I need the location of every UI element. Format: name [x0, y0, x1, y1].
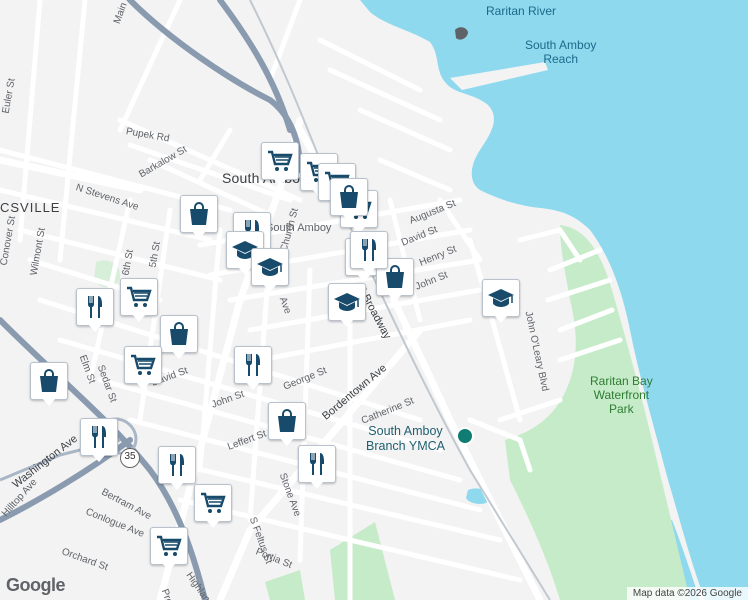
poi-pin-restaurant[interactable] — [298, 445, 336, 491]
pin-tail — [88, 324, 102, 332]
cart-icon — [261, 142, 299, 180]
poi-pin-grocery[interactable] — [194, 484, 232, 530]
pin-tail — [162, 563, 176, 571]
pin-tail — [136, 382, 150, 390]
pin-tail — [388, 294, 402, 302]
cart-icon — [124, 346, 162, 384]
fork-knife-icon — [80, 418, 118, 456]
pin-tail — [280, 438, 294, 446]
ymca-label: South Amboy Branch YMCA — [366, 424, 445, 453]
graduation-cap-icon — [251, 248, 289, 286]
shopping-bag-icon — [30, 362, 68, 400]
pin-tail — [132, 314, 146, 322]
graduation-cap-icon — [328, 283, 366, 321]
fork-knife-icon — [350, 231, 388, 269]
ymca-marker-icon[interactable] — [456, 427, 474, 445]
poi-pin-shopping[interactable] — [268, 402, 306, 448]
shopping-bag-icon — [160, 315, 198, 353]
pin-tail — [362, 267, 376, 275]
fork-knife-icon — [298, 445, 336, 483]
fork-knife-icon — [158, 446, 196, 484]
poi-pin-restaurant[interactable] — [158, 446, 196, 492]
street-label: South Amboy — [266, 222, 332, 234]
pin-tail — [238, 267, 252, 275]
pin-tail — [172, 351, 186, 359]
pin-tail — [310, 481, 324, 489]
fork-knife-icon — [76, 288, 114, 326]
map-canvas[interactable]: Raritan River South Amboy Reach South Am… — [0, 0, 748, 600]
graduation-cap-icon — [482, 279, 520, 317]
cart-icon — [194, 484, 232, 522]
poi-pin-shopping[interactable] — [330, 178, 368, 224]
pin-tail — [42, 398, 56, 406]
waterfront-park-label: Raritan Bay Waterfront Park — [590, 374, 653, 416]
poi-pin-restaurant[interactable] — [80, 418, 118, 464]
poi-pin-shopping[interactable] — [180, 195, 218, 241]
pin-tail — [263, 284, 277, 292]
poi-pin-restaurant[interactable] — [76, 288, 114, 334]
poi-pin-grocery[interactable] — [261, 142, 299, 188]
poi-pin-grocery[interactable] — [120, 278, 158, 324]
pin-tail — [342, 214, 356, 222]
pin-tail — [192, 231, 206, 239]
pin-tail — [340, 319, 354, 327]
cart-icon — [120, 278, 158, 316]
pin-tail — [273, 178, 287, 186]
cart-icon — [150, 527, 188, 565]
shopping-bag-icon — [180, 195, 218, 233]
pin-tail — [92, 454, 106, 462]
poi-pin-shopping[interactable] — [30, 362, 68, 408]
poi-pin-grocery[interactable] — [150, 527, 188, 573]
pin-tail — [494, 315, 508, 323]
poi-pin-restaurant[interactable] — [350, 231, 388, 277]
pin-tail — [246, 382, 260, 390]
pin-tail — [170, 482, 184, 490]
poi-pin-school[interactable] — [328, 283, 366, 329]
fork-knife-icon — [234, 346, 272, 384]
google-logo: Google — [6, 575, 66, 595]
map-attribution[interactable]: Map data ©2026 Google — [626, 587, 748, 600]
district-label: CSVILLE — [0, 200, 61, 215]
poi-pin-shopping[interactable] — [160, 315, 198, 361]
shopping-bag-icon — [268, 402, 306, 440]
poi-pin-school[interactable] — [482, 279, 520, 325]
shopping-bag-icon — [330, 178, 368, 216]
south-amboy-reach-label: South Amboy Reach — [525, 38, 597, 66]
poi-pin-restaurant[interactable] — [234, 346, 272, 392]
raritan-river-label: Raritan River — [486, 4, 557, 18]
route-35-shield: 35 — [120, 448, 140, 468]
pin-tail — [206, 520, 220, 528]
poi-pin-school[interactable] — [251, 248, 289, 294]
poi-pin-grocery[interactable] — [124, 346, 162, 392]
